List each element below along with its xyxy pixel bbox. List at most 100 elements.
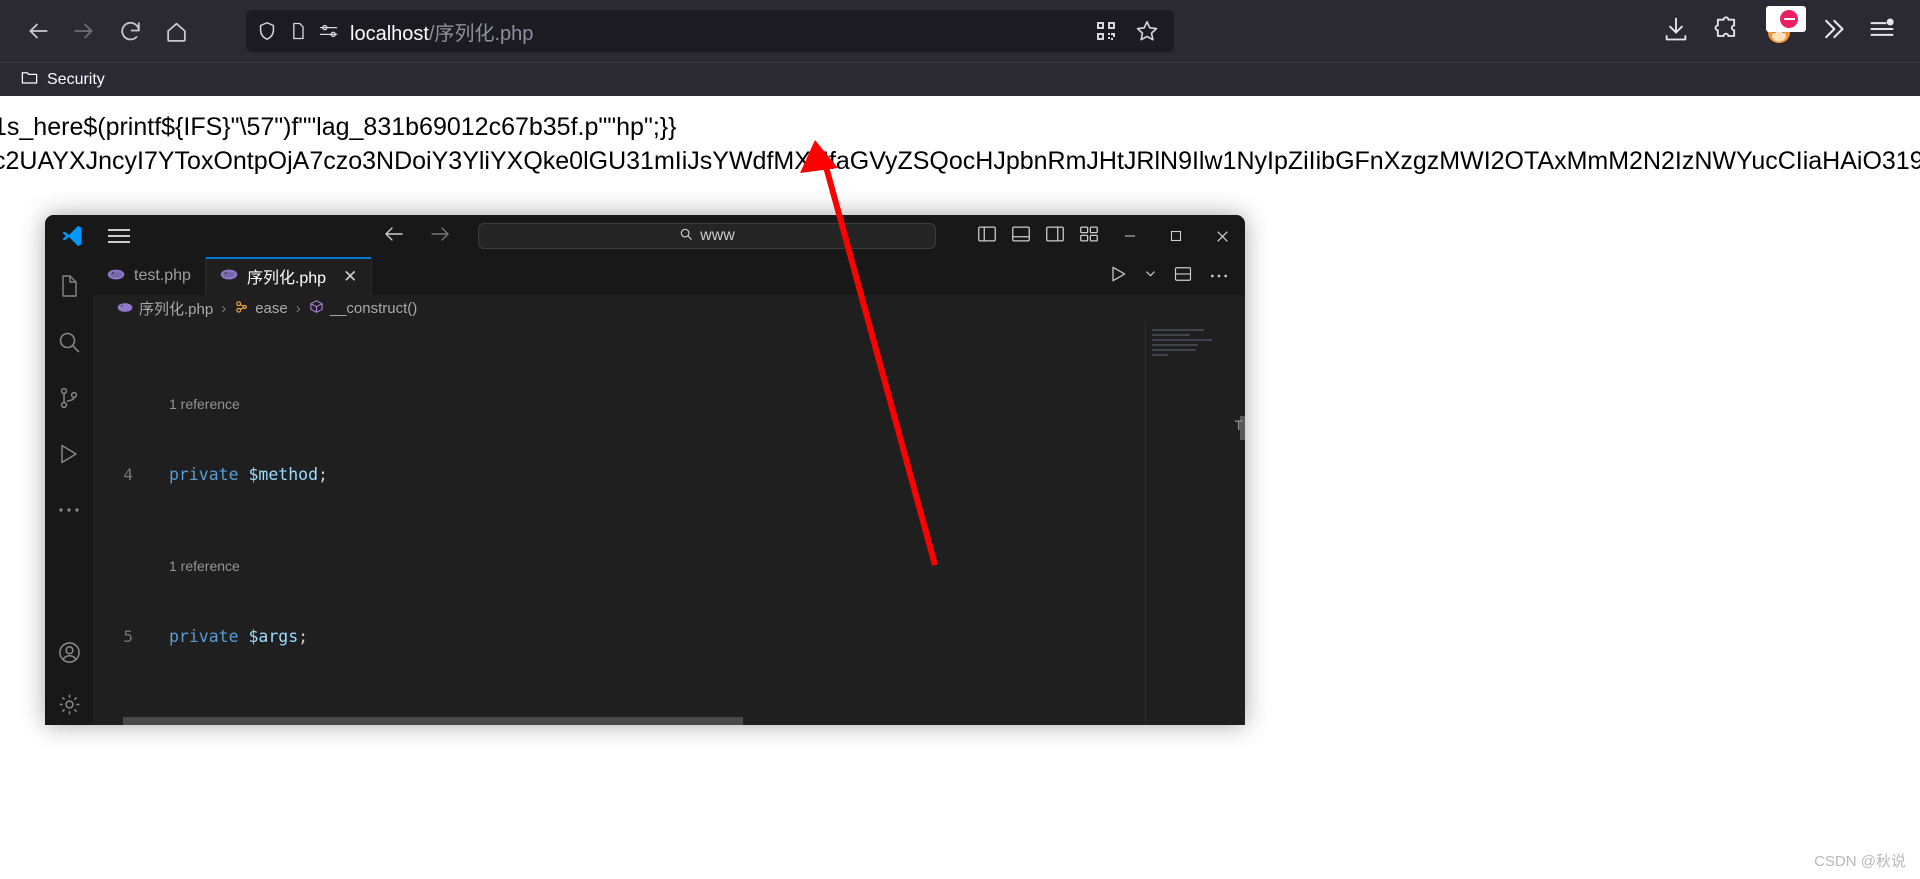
codelens-text: 1 reference <box>169 558 240 575</box>
maximize-button[interactable] <box>1153 215 1199 257</box>
quick-search-text: www <box>700 227 735 244</box>
more-views-icon[interactable] <box>45 493 93 527</box>
breadcrumb-label: ease <box>255 299 288 317</box>
code-line-5: 5 private $args; <box>93 625 1145 649</box>
back-button[interactable] <box>18 11 58 51</box>
app-menu-icon[interactable] <box>1868 15 1896 48</box>
editor-area: test.php 序列化.php ✕ 序列化.php › ease › __co… <box>93 257 1245 725</box>
method-symbol-icon <box>309 299 324 318</box>
bookmark-label: Security <box>47 70 105 88</box>
breadcrumb-item-file[interactable]: 序列化.php <box>117 298 213 319</box>
minimap[interactable]: T <box>1145 321 1245 725</box>
php-elephant-icon <box>220 268 238 285</box>
toggle-panel-icon[interactable] <box>1010 223 1032 250</box>
watermark: CSDN @秋说 <box>1814 853 1906 870</box>
url-text[interactable]: localhost/序列化.php <box>350 17 1084 46</box>
vscode-forward-icon[interactable] <box>428 222 452 251</box>
horizontal-scrollbar[interactable] <box>93 717 1045 725</box>
bookmark-folder-security[interactable]: Security <box>14 65 111 95</box>
bookmark-star-icon[interactable] <box>1134 18 1160 44</box>
source-control-icon[interactable] <box>45 381 93 415</box>
vscode-back-icon[interactable] <box>382 222 406 251</box>
codelens-method-refs[interactable]: 1 reference <box>93 395 1145 416</box>
download-icon[interactable] <box>1662 15 1690 48</box>
search-icon <box>679 227 693 246</box>
explorer-icon[interactable] <box>45 269 93 303</box>
vscode-titlebar: www <box>45 215 1245 257</box>
code-scroll-area[interactable]: 1 reference 4 private $method; 1 referen… <box>93 321 1145 725</box>
forward-button[interactable] <box>64 11 104 51</box>
url-path: /序列化.php <box>428 22 534 45</box>
payload-line-2-base64: c2UAYXJncyI7YToxOntpOjA7czo3NDoiY3YliYXQ… <box>0 147 1920 175</box>
line-number: 4 <box>123 464 133 484</box>
vscode-quick-search[interactable]: www <box>478 223 936 249</box>
line-content: private $method; <box>169 464 328 484</box>
ellipsis-icon[interactable] <box>1209 267 1229 285</box>
split-editor-icon[interactable] <box>1173 264 1193 289</box>
vscode-layout-controls <box>976 223 1100 250</box>
editor-tabs: test.php 序列化.php ✕ <box>93 257 1245 295</box>
activity-bar <box>45 257 93 725</box>
close-button[interactable] <box>1199 215 1245 257</box>
run-play-icon[interactable] <box>1108 264 1128 289</box>
line-number: 5 <box>123 626 133 646</box>
tab-label: test.php <box>134 267 191 284</box>
shield-icon[interactable] <box>256 20 278 42</box>
codelens-text: 1 reference <box>169 396 240 413</box>
accounts-icon[interactable] <box>45 635 93 669</box>
code-editor[interactable]: 1 reference 4 private $method; 1 referen… <box>93 321 1245 725</box>
qr-code-icon[interactable] <box>1094 19 1118 43</box>
reload-button[interactable] <box>110 11 150 51</box>
breadcrumb: 序列化.php › ease › __construct() <box>93 295 1245 321</box>
payload-line-1: 1s_here$(printf${IFS}"\57")f""lag_831b69… <box>0 113 677 141</box>
vscode-nav <box>382 222 452 251</box>
home-button[interactable] <box>156 11 196 51</box>
toggle-primary-sidebar-icon[interactable] <box>976 223 998 250</box>
vscode-body: test.php 序列化.php ✕ 序列化.php › ease › __co… <box>45 257 1245 725</box>
tab-test-php[interactable]: test.php <box>93 257 206 295</box>
chevron-double-right-icon[interactable] <box>1818 15 1846 48</box>
page-icon[interactable] <box>288 21 308 41</box>
line-content: private $args; <box>169 626 309 646</box>
php-elephant-icon <box>117 300 133 317</box>
breadcrumb-item-class[interactable]: ease <box>234 299 288 318</box>
breadcrumb-separator: › <box>221 299 227 317</box>
hamburger-menu-icon[interactable] <box>99 229 139 243</box>
permissions-icon[interactable] <box>318 22 340 40</box>
bookmarks-bar: Security <box>0 62 1920 96</box>
codelens-args-refs[interactable]: 1 reference <box>93 557 1145 578</box>
breadcrumb-separator: › <box>295 299 301 317</box>
activity-bar-bottom <box>45 635 93 725</box>
vscode-logo-icon <box>55 224 89 248</box>
class-symbol-icon <box>234 299 249 318</box>
code-content: 1 reference 4 private $method; 1 referen… <box>93 321 1145 725</box>
breadcrumb-label: __construct() <box>329 299 418 317</box>
fox-extension-icon[interactable] <box>1762 6 1806 48</box>
editor-actions <box>1092 257 1245 295</box>
address-bar[interactable]: localhost/序列化.php <box>246 10 1174 52</box>
minimap-lines <box>1152 329 1236 359</box>
settings-gear-icon[interactable] <box>45 687 93 721</box>
minimize-button[interactable] <box>1107 215 1153 257</box>
vscode-window: www test.php 序列化.php ✕ 序列化.php › ease › … <box>45 215 1245 725</box>
search-icon[interactable] <box>45 325 93 359</box>
block-badge <box>1778 8 1800 30</box>
run-and-debug-icon[interactable] <box>45 437 93 471</box>
chevron-down-icon[interactable] <box>1144 267 1157 285</box>
browser-window: localhost/序列化.php Security <box>0 0 1920 96</box>
window-controls <box>1107 215 1245 257</box>
tab-xuliehua-php[interactable]: 序列化.php ✕ <box>205 257 373 295</box>
customize-layout-icon[interactable] <box>1078 223 1100 250</box>
php-elephant-icon <box>107 268 125 285</box>
extension-puzzle-icon[interactable] <box>1712 15 1740 48</box>
breadcrumb-label: 序列化.php <box>139 300 214 318</box>
folder-icon <box>20 68 39 92</box>
url-host: localhost <box>350 22 429 45</box>
code-line-4: 4 private $method; <box>93 463 1145 487</box>
minimap-caret-icon: T <box>1234 417 1243 433</box>
address-bar-actions <box>1094 18 1164 44</box>
breadcrumb-item-method[interactable]: __construct() <box>309 299 418 318</box>
toggle-secondary-sidebar-icon[interactable] <box>1044 223 1066 250</box>
page-content: 1s_here$(printf${IFS}"\57")f""lag_831b69… <box>0 96 1920 206</box>
tab-close-icon[interactable]: ✕ <box>343 268 357 285</box>
